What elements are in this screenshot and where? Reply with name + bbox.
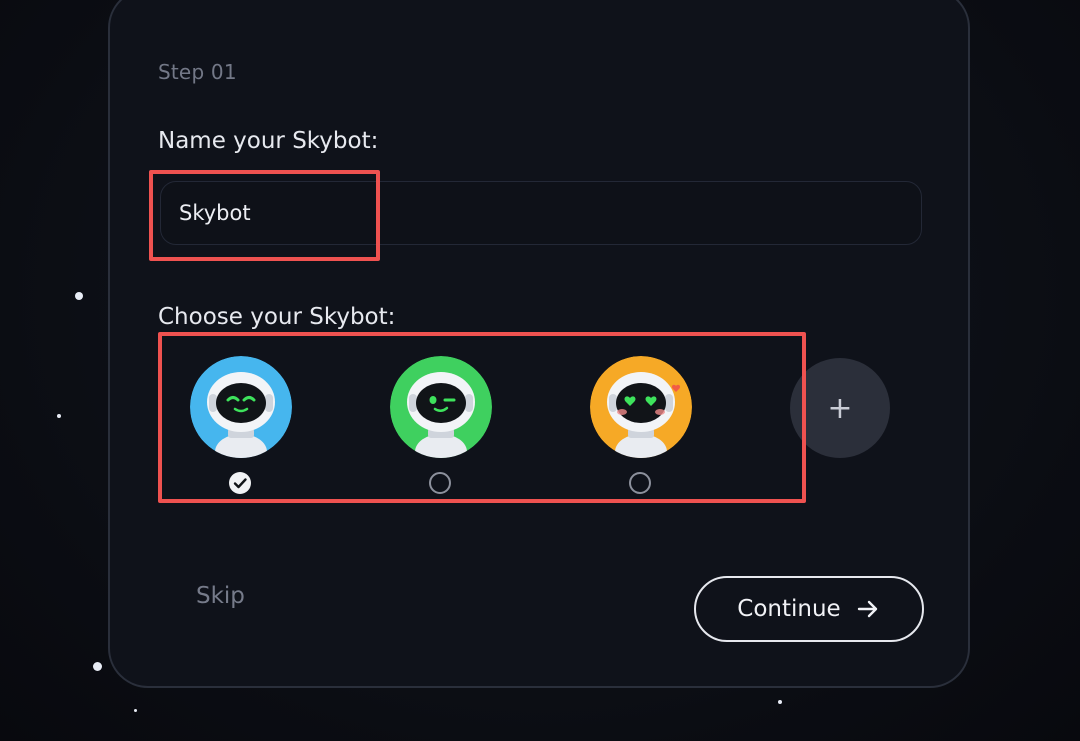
avatar-radio-green[interactable] — [429, 472, 451, 494]
setup-card: Step 01 Name your Skybot: Choose your Sk… — [108, 0, 970, 688]
check-icon — [233, 478, 247, 489]
robot-green-avatar[interactable] — [390, 356, 492, 458]
screen: Step 01 Name your Skybot: Choose your Sk… — [0, 0, 1080, 741]
star — [75, 292, 83, 300]
add-avatar-button[interactable]: + — [790, 358, 890, 458]
star — [93, 662, 102, 671]
robot-green-icon — [390, 356, 492, 458]
avatar-option-blue[interactable] — [190, 356, 292, 506]
robot-orange-avatar[interactable] — [590, 356, 692, 458]
star — [134, 709, 137, 712]
avatar-option-orange[interactable] — [590, 356, 692, 506]
choose-label: Choose your Skybot: — [158, 304, 396, 330]
avatar-option-green[interactable] — [390, 356, 492, 506]
robot-blue-avatar[interactable] — [190, 356, 292, 458]
skybot-name-input[interactable] — [160, 181, 922, 245]
avatar-radio-blue[interactable] — [229, 472, 251, 494]
name-label: Name your Skybot: — [158, 128, 379, 154]
star — [778, 700, 782, 704]
robot-blue-icon — [190, 356, 292, 458]
skip-button[interactable]: Skip — [196, 583, 245, 609]
avatar-radio-orange[interactable] — [629, 472, 651, 494]
continue-button[interactable]: Continue — [694, 576, 924, 642]
star — [57, 414, 61, 418]
step-label: Step 01 — [158, 60, 237, 84]
robot-orange-icon — [590, 356, 692, 458]
plus-icon: + — [827, 390, 853, 426]
continue-label: Continue — [737, 596, 841, 622]
arrow-right-icon — [857, 600, 877, 618]
